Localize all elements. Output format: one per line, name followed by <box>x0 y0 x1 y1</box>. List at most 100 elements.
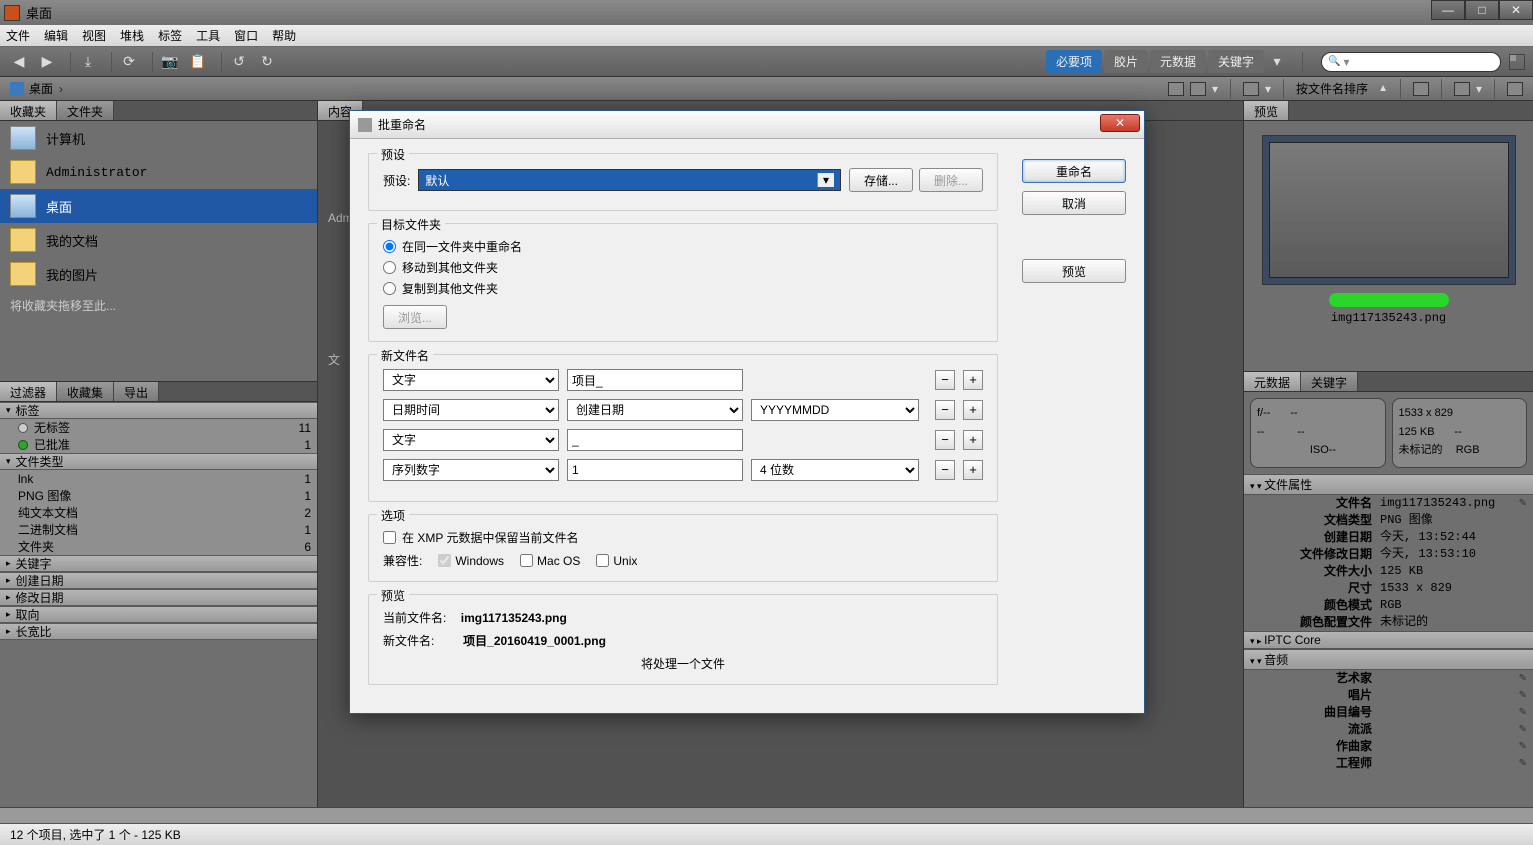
favorite-item[interactable]: 桌面 <box>0 189 317 223</box>
favorite-item[interactable]: Administrator <box>0 155 317 189</box>
pencil-icon[interactable]: ✎ <box>1519 687 1527 704</box>
rule-type-select[interactable]: 文字 <box>383 429 559 451</box>
open-dropdown-icon[interactable]: ▾ <box>1476 82 1482 96</box>
pencil-icon[interactable]: ✎ <box>1519 495 1527 512</box>
tab-keywords[interactable]: 关键字 <box>1301 372 1358 391</box>
filter-dropdown-icon[interactable]: ▾ <box>1265 82 1271 96</box>
refresh-button[interactable]: ⟳ <box>118 51 140 73</box>
menu-堆栈[interactable]: 堆栈 <box>120 27 144 44</box>
search-input[interactable]: ▾ <box>1321 52 1501 72</box>
filter-row[interactable]: 文件夹6 <box>0 538 317 555</box>
rule-value-input[interactable] <box>567 459 743 481</box>
rule-value-input[interactable] <box>567 369 743 391</box>
remove-rule-button[interactable]: − <box>935 370 955 390</box>
menu-帮助[interactable]: 帮助 <box>272 27 296 44</box>
filter-section-长宽比[interactable]: 长宽比 <box>0 623 317 640</box>
filter-section-修改日期[interactable]: 修改日期 <box>0 589 317 606</box>
tab-export[interactable]: 导出 <box>114 382 159 401</box>
radio-same-folder[interactable] <box>383 240 396 253</box>
add-rule-button[interactable]: + <box>963 430 983 450</box>
menu-视图[interactable]: 视图 <box>82 27 106 44</box>
view-grid-icon[interactable] <box>1168 82 1184 96</box>
preview-button[interactable]: 预览 <box>1022 259 1126 283</box>
nav-back-button[interactable]: ◀ <box>8 51 30 73</box>
filter-row[interactable]: PNG 图像1 <box>0 487 317 504</box>
radio-copy-folder[interactable] <box>383 282 396 295</box>
clipboard-icon[interactable]: 📋 <box>187 51 209 73</box>
meta-section[interactable]: ▾ 音频 <box>1244 649 1533 670</box>
filter-row[interactable]: 已批准1 <box>0 436 317 453</box>
filter-row[interactable]: 二进制文档1 <box>0 521 317 538</box>
meta-row[interactable]: 作曲家✎ <box>1244 738 1533 755</box>
filter-row[interactable]: 纯文本文档2 <box>0 504 317 521</box>
filter-row[interactable]: lnk1 <box>0 470 317 487</box>
favorite-item[interactable]: 我的图片 <box>0 257 317 291</box>
meta-row[interactable]: 艺术家✎ <box>1244 670 1533 687</box>
meta-row[interactable]: 唱片✎ <box>1244 687 1533 704</box>
remove-rule-button[interactable]: − <box>935 430 955 450</box>
browse-button[interactable]: 浏览... <box>383 305 447 329</box>
open-icon[interactable] <box>1454 82 1470 96</box>
pencil-icon[interactable]: ✎ <box>1519 704 1527 721</box>
workspace-tab-filmstrip[interactable]: 胶片 <box>1104 50 1148 73</box>
workspace-tab-metadata[interactable]: 元数据 <box>1150 50 1206 73</box>
rule-subtype-select[interactable]: 创建日期 <box>567 399 743 421</box>
sort-label[interactable]: 按文件名排序 <box>1296 80 1368 97</box>
filter-section-取向[interactable]: 取向 <box>0 606 317 623</box>
preset-save-button[interactable]: 存储... <box>849 168 913 192</box>
workspace-tab-keywords[interactable]: 关键字 <box>1208 50 1264 73</box>
workspace-dropdown-icon[interactable]: ▾ <box>1266 51 1288 73</box>
rule-type-select[interactable]: 文字 <box>383 369 559 391</box>
meta-row[interactable]: 流派✎ <box>1244 721 1533 738</box>
filter-section-标签[interactable]: 标签 <box>0 402 317 419</box>
menu-窗口[interactable]: 窗口 <box>234 27 258 44</box>
path-location[interactable]: 桌面 <box>29 80 53 97</box>
close-button[interactable]: ✕ <box>1499 0 1533 20</box>
tab-favorites[interactable]: 收藏夹 <box>0 101 57 120</box>
tab-metadata[interactable]: 元数据 <box>1244 372 1301 391</box>
pencil-icon[interactable]: ✎ <box>1519 755 1527 772</box>
rotate-ccw-button[interactable]: ↺ <box>228 51 250 73</box>
meta-section[interactable]: ▾ 文件属性 <box>1244 474 1533 495</box>
rule-type-select[interactable]: 日期时间 <box>383 399 559 421</box>
meta-row[interactable]: 工程师✎ <box>1244 755 1533 772</box>
add-rule-button[interactable]: + <box>963 400 983 420</box>
workspace-tab-essentials[interactable]: 必要项 <box>1046 50 1102 73</box>
reveal-button[interactable]: ⤓ <box>77 51 99 73</box>
pencil-icon[interactable]: ✎ <box>1519 670 1527 687</box>
maximize-button[interactable]: □ <box>1465 0 1499 20</box>
rule-format-select[interactable]: YYYYMMDD <box>751 399 919 421</box>
filter-section-创建日期[interactable]: 创建日期 <box>0 572 317 589</box>
rule-digits-select[interactable]: 4 位数 <box>751 459 919 481</box>
rating-bar[interactable] <box>1329 293 1449 307</box>
view-dropdown-icon[interactable]: ▾ <box>1212 82 1218 96</box>
minimize-button[interactable]: — <box>1431 0 1465 20</box>
sort-ascending-icon[interactable]: ▲ <box>1378 83 1388 94</box>
tab-preview[interactable]: 预览 <box>1244 101 1289 120</box>
menu-标签[interactable]: 标签 <box>158 27 182 44</box>
menu-工具[interactable]: 工具 <box>196 27 220 44</box>
tab-collections[interactable]: 收藏集 <box>57 382 114 401</box>
trash-icon[interactable] <box>1507 82 1523 96</box>
view-list-icon[interactable] <box>1190 82 1206 96</box>
nav-forward-button[interactable]: ▶ <box>36 51 58 73</box>
cancel-button[interactable]: 取消 <box>1022 191 1126 215</box>
camera-icon[interactable]: 📷 <box>159 51 181 73</box>
remove-rule-button[interactable]: − <box>935 400 955 420</box>
favorite-item[interactable]: 我的文档 <box>0 223 317 257</box>
add-rule-button[interactable]: + <box>963 460 983 480</box>
compat-unix-checkbox[interactable] <box>596 554 609 567</box>
rotate-cw-button[interactable]: ↻ <box>256 51 278 73</box>
xmp-checkbox[interactable] <box>383 531 396 544</box>
meta-section[interactable]: ▸ IPTC Core <box>1244 631 1533 649</box>
remove-rule-button[interactable]: − <box>935 460 955 480</box>
menu-文件[interactable]: 文件 <box>6 27 30 44</box>
rule-type-select[interactable]: 序列数字 <box>383 459 559 481</box>
chevron-right-icon[interactable]: › <box>59 82 63 96</box>
add-rule-button[interactable]: + <box>963 370 983 390</box>
new-folder-icon[interactable] <box>1413 82 1429 96</box>
menu-编辑[interactable]: 编辑 <box>44 27 68 44</box>
horizontal-scrollbar[interactable] <box>0 807 1533 823</box>
preset-select[interactable]: 默认 <box>418 169 841 191</box>
compact-mode-icon[interactable] <box>1509 54 1525 70</box>
